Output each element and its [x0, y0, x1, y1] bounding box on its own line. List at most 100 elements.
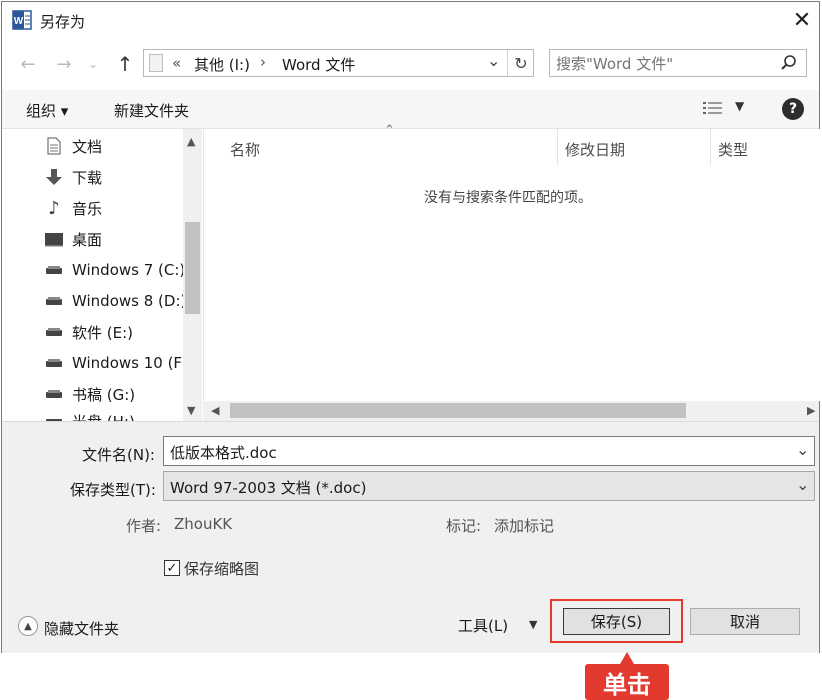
sidebar-item-drive-f[interactable]: Windows 10 (F — [44, 350, 182, 376]
view-options-icon[interactable] — [702, 100, 724, 118]
column-header-date[interactable]: 修改日期 — [565, 139, 625, 160]
sidebar-item-label: Windows 7 (C:) — [72, 261, 186, 279]
author-label: 作者: — [126, 517, 162, 535]
drive-icon — [44, 261, 64, 279]
organize-menu[interactable]: 组织 ▾ — [26, 100, 68, 121]
sidebar-item-downloads[interactable]: 下载 — [44, 164, 102, 190]
click-callout: 单击 — [585, 664, 669, 700]
tools-menu[interactable]: 工具(L) — [458, 615, 508, 636]
navigation-pane: 文档 下载 ♪ 音乐 桌面 Windows 7 (C:) Windows 8 (… — [2, 129, 202, 421]
address-divider — [507, 50, 508, 76]
breadcrumb-overflow-icon: « — [172, 54, 182, 72]
save-options-panel: 文件名(N): 低版本格式.doc ⌄ 保存类型(T): Word 97-200… — [2, 421, 819, 653]
sidebar-item-desktop[interactable]: 桌面 — [44, 226, 102, 252]
music-icon: ♪ — [48, 197, 60, 219]
back-arrow-icon: ← — [20, 53, 36, 75]
address-dropdown-icon[interactable]: ⌄ — [487, 51, 500, 70]
recent-locations-button[interactable]: ⌄ — [84, 52, 102, 76]
search-box[interactable] — [549, 49, 807, 77]
file-list: ⌃ 名称 修改日期 类型 没有与搜索条件匹配的项。 — [203, 123, 820, 401]
download-icon — [44, 168, 64, 186]
chevron-down-icon: ⌄ — [87, 57, 99, 71]
hide-folders-toggle[interactable]: 隐藏文件夹 — [44, 618, 119, 639]
filetype-value: Word 97-2003 文档 (*.doc) — [170, 479, 367, 497]
scroll-left-icon[interactable]: ◀ — [211, 404, 219, 417]
collapse-up-icon[interactable]: ▲ — [18, 616, 38, 636]
folder-location-icon — [149, 54, 163, 72]
sidebar-item-documents[interactable]: 文档 — [44, 133, 102, 159]
drive-icon — [44, 292, 64, 310]
thumbnail-checkbox[interactable]: ✓ — [164, 560, 180, 576]
command-bar: 组织 ▾ 新建文件夹 ▼ ? — [2, 90, 819, 129]
search-input[interactable] — [554, 52, 773, 76]
address-bar[interactable]: « 其他 (I:) › Word 文件 ⌄ ↻ — [143, 49, 534, 77]
sidebar-item-music[interactable]: ♪ 音乐 — [44, 195, 102, 221]
sidebar-item-drive-d[interactable]: Windows 8 (D:) — [44, 288, 186, 314]
tools-dropdown-icon[interactable]: ▼ — [529, 618, 537, 631]
filename-dropdown-icon[interactable]: ⌄ — [796, 440, 809, 459]
sidebar-item-label: 软件 (E:) — [72, 323, 134, 342]
column-divider — [710, 129, 711, 165]
new-folder-button[interactable]: 新建文件夹 — [114, 100, 189, 121]
document-icon — [44, 137, 64, 155]
help-icon[interactable]: ? — [782, 98, 804, 120]
close-button[interactable]: ✕ — [788, 7, 816, 33]
up-button[interactable]: ↑ — [113, 52, 137, 76]
empty-list-message: 没有与搜索条件匹配的项。 — [424, 190, 592, 206]
refresh-icon[interactable]: ↻ — [510, 50, 532, 76]
filename-label: 文件名(N): — [82, 446, 155, 464]
tags-label: 标记: — [446, 517, 482, 535]
sidebar-item-label: 光盘 (H:) — [72, 411, 135, 422]
search-icon[interactable] — [780, 54, 798, 72]
filetype-select[interactable]: Word 97-2003 文档 (*.doc) ⌄ — [163, 471, 815, 501]
back-button[interactable]: ← — [16, 52, 40, 76]
window-title: 另存为 — [40, 13, 86, 31]
sidebar-item-drive-e[interactable]: 软件 (E:) — [44, 319, 133, 345]
save-button[interactable]: 保存(S) — [563, 608, 670, 635]
sidebar-item-drive-c[interactable]: Windows 7 (C:) — [44, 257, 185, 283]
column-header-name[interactable]: 名称 — [230, 139, 260, 160]
scroll-right-icon[interactable]: ▶ — [807, 404, 815, 417]
drive-icon — [44, 385, 64, 403]
scroll-down-icon[interactable]: ▼ — [187, 404, 195, 417]
desktop-icon — [44, 230, 64, 248]
sidebar-item-drive-h[interactable]: 光盘 (H:) — [44, 408, 135, 421]
filetype-dropdown-icon[interactable]: ⌄ — [796, 475, 809, 494]
sidebar-item-label: 书稿 (G:) — [72, 385, 136, 404]
close-icon: ✕ — [792, 7, 812, 33]
up-arrow-icon: ↑ — [116, 52, 134, 76]
callout-pointer — [620, 652, 634, 664]
forward-button[interactable]: → — [52, 52, 76, 76]
file-list-scroll-thumb[interactable] — [230, 403, 686, 418]
tags-value[interactable]: 添加标记 — [494, 515, 554, 536]
filename-input[interactable]: 低版本格式.doc — [170, 442, 277, 463]
breadcrumb-separator-icon: › — [260, 53, 266, 71]
thumbnail-label: 保存缩略图 — [184, 560, 260, 578]
sidebar-item-drive-g[interactable]: 书稿 (G:) — [44, 381, 135, 407]
disc-drive-icon — [44, 412, 64, 421]
sidebar-item-label: 下载 — [72, 168, 103, 187]
column-header-type[interactable]: 类型 — [718, 139, 748, 160]
word-app-icon: W — [12, 10, 32, 30]
filename-field[interactable]: 低版本格式.doc ⌄ — [163, 436, 815, 466]
cancel-button-label: 取消 — [729, 613, 760, 631]
save-button-label: 保存(S) — [590, 613, 643, 631]
scroll-up-icon[interactable]: ▲ — [187, 135, 195, 148]
forward-arrow-icon: → — [56, 53, 72, 75]
view-dropdown-icon[interactable]: ▼ — [735, 99, 744, 113]
navigation-scroll-thumb[interactable] — [185, 222, 200, 314]
svg-text:W: W — [14, 16, 24, 27]
author-value[interactable]: ZhouKK — [174, 515, 232, 533]
filetype-label: 保存类型(T): — [70, 481, 156, 499]
sort-ascending-icon: ⌃ — [384, 123, 395, 138]
sidebar-item-label: 音乐 — [72, 199, 103, 218]
drive-icon — [44, 354, 64, 372]
sidebar-item-label: Windows 10 (F — [72, 354, 183, 372]
checkmark-icon: ✓ — [166, 560, 178, 576]
cancel-button[interactable]: 取消 — [690, 608, 800, 635]
breadcrumb-item-drive[interactable]: 其他 (I:) — [194, 54, 250, 75]
sidebar-item-label: 文档 — [72, 137, 103, 156]
sidebar-item-label: 桌面 — [72, 230, 103, 249]
drive-icon — [44, 323, 64, 341]
breadcrumb-item-folder[interactable]: Word 文件 — [282, 54, 355, 75]
